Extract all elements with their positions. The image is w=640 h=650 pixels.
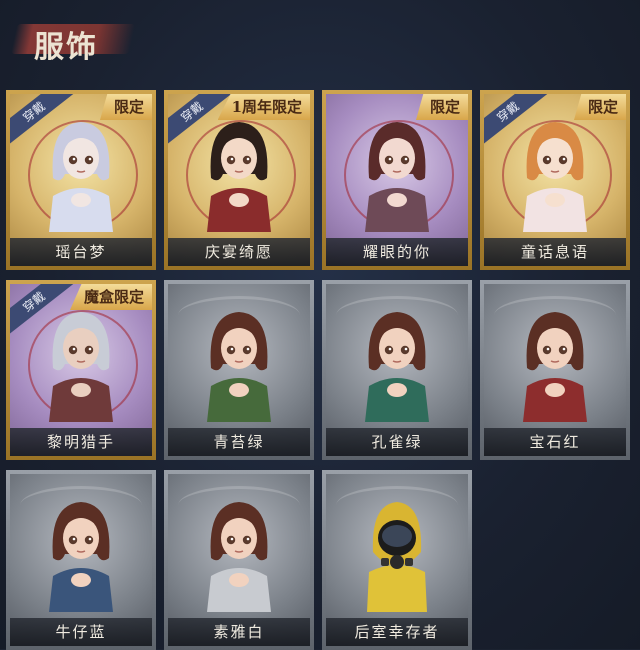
outfit-card[interactable]: 宝石红 — [480, 280, 630, 460]
outfit-name: 牛仔蓝 — [10, 618, 152, 646]
page-header: 服饰 — [8, 10, 138, 65]
outfit-card[interactable]: 穿戴 限定 瑶台梦 — [6, 90, 156, 270]
character-portrait-icon — [49, 312, 113, 422]
outfit-card-art: 素雅白 — [168, 474, 310, 646]
limited-badge: 限定 — [573, 94, 626, 120]
outfit-name: 童话息语 — [484, 238, 626, 266]
limited-badge: 1周年限定 — [217, 94, 310, 120]
outfit-card-art: 限定耀眼的你 — [326, 94, 468, 266]
outfit-name: 孔雀绿 — [326, 428, 468, 456]
outfit-card-art: 后室幸存者 — [326, 474, 468, 646]
outfit-card-art: 牛仔蓝 — [10, 474, 152, 646]
outfit-card-art: 穿戴 魔盒限定 黎明猎手 — [10, 284, 152, 456]
character-portrait-icon — [207, 312, 271, 422]
outfit-card[interactable]: 穿戴 1周年限定 庆宴绮愿 — [164, 90, 314, 270]
character-portrait-icon — [49, 122, 113, 232]
outfit-card[interactable]: 穿戴 魔盒限定 黎明猎手 — [6, 280, 156, 460]
outfit-card[interactable]: 青苔绿 — [164, 280, 314, 460]
character-portrait-icon — [49, 502, 113, 612]
outfit-card-art: 穿戴 1周年限定 庆宴绮愿 — [168, 94, 310, 266]
outfit-card-art: 穿戴 限定 瑶台梦 — [10, 94, 152, 266]
limited-badge: 魔盒限定 — [69, 284, 152, 310]
outfit-name: 瑶台梦 — [10, 238, 152, 266]
outfit-card[interactable]: 素雅白 — [164, 470, 314, 650]
character-portrait-icon — [523, 312, 587, 422]
outfit-card[interactable]: 后室幸存者 — [322, 470, 472, 650]
limited-badge: 限定 — [99, 94, 152, 120]
outfit-card[interactable]: 孔雀绿 — [322, 280, 472, 460]
outfit-card-art: 青苔绿 — [168, 284, 310, 456]
outfit-card[interactable]: 穿戴 限定 童话息语 — [480, 90, 630, 270]
page-title: 服饰 — [34, 30, 98, 65]
outfit-card[interactable]: 限定耀眼的你 — [322, 90, 472, 270]
outfit-name: 素雅白 — [168, 618, 310, 646]
outfit-name: 青苔绿 — [168, 428, 310, 456]
character-portrait-icon — [207, 502, 271, 612]
character-portrait-icon — [367, 502, 427, 612]
outfit-name: 庆宴绮愿 — [168, 238, 310, 266]
character-portrait-icon — [365, 312, 429, 422]
outfit-name: 黎明猎手 — [10, 428, 152, 456]
outfit-name: 宝石红 — [484, 428, 626, 456]
outfit-card-art: 穿戴 限定 童话息语 — [484, 94, 626, 266]
limited-badge: 限定 — [415, 94, 468, 120]
outfit-card[interactable]: 牛仔蓝 — [6, 470, 156, 650]
outfit-name: 后室幸存者 — [326, 618, 468, 646]
outfit-card-art: 孔雀绿 — [326, 284, 468, 456]
character-portrait-icon — [523, 122, 587, 232]
outfit-card-art: 宝石红 — [484, 284, 626, 456]
character-portrait-icon — [207, 122, 271, 232]
character-portrait-icon — [365, 122, 429, 232]
outfit-name: 耀眼的你 — [326, 238, 468, 266]
